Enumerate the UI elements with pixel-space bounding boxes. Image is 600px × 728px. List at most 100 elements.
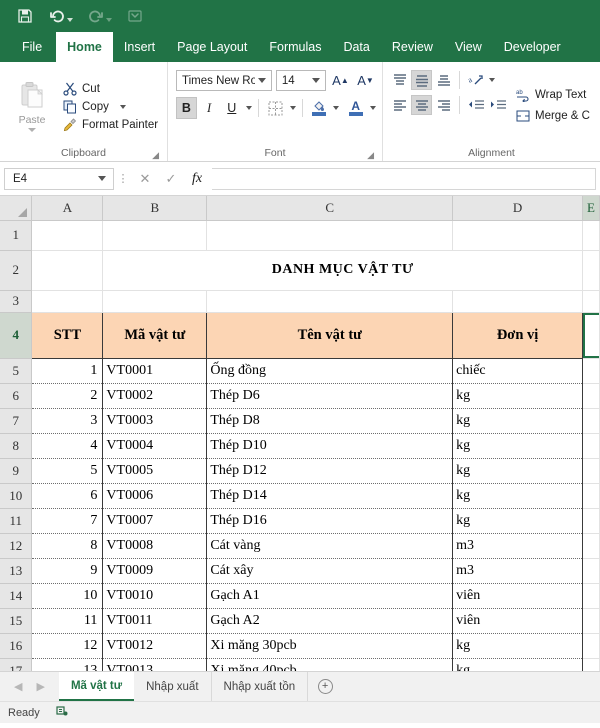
cell-B16-ma[interactable]: VT0012 xyxy=(102,633,208,659)
bold-button[interactable]: B xyxy=(176,97,197,119)
cell-B15-ma[interactable]: VT0011 xyxy=(102,608,208,634)
cell-B14-ma[interactable]: VT0010 xyxy=(102,583,208,609)
row-header-8[interactable]: 8 xyxy=(0,433,33,459)
cell-C12-ten[interactable]: Cát vàng xyxy=(206,533,454,559)
cell-A12-stt[interactable]: 8 xyxy=(31,533,104,559)
cell-A14-stt[interactable]: 10 xyxy=(31,583,104,609)
increase-font-size-button[interactable]: A ▲ xyxy=(330,70,351,91)
cell-B1[interactable] xyxy=(102,220,208,251)
font-size-dropdown-icon[interactable] xyxy=(311,78,320,83)
cell-C4-ten-header[interactable]: Tên vật tư xyxy=(206,311,454,359)
cell-A4-stt-header[interactable]: STT xyxy=(31,311,104,359)
cell-E1[interactable] xyxy=(582,220,600,251)
increase-indent-button[interactable] xyxy=(487,95,508,115)
cell-B5-ma[interactable]: VT0001 xyxy=(102,358,208,384)
next-sheet-icon[interactable]: ▶ xyxy=(36,680,44,693)
cell-C13-ten[interactable]: Cát xây xyxy=(206,558,454,584)
cell-A16-stt[interactable]: 12 xyxy=(31,633,104,659)
name-box-dropdown-icon[interactable] xyxy=(98,176,106,181)
cell-D5-donvi[interactable]: chiếc xyxy=(452,358,583,384)
row-header-16[interactable]: 16 xyxy=(0,633,33,659)
cell-D7-donvi[interactable]: kg xyxy=(452,408,583,434)
paste-button[interactable]: Paste xyxy=(6,66,58,145)
sheet-tab-nhap-xuat-ton[interactable]: Nhập xuất tồn xyxy=(211,672,309,701)
decrease-font-size-button[interactable]: A ▼ xyxy=(355,70,376,91)
cell-A5-stt[interactable]: 1 xyxy=(31,358,104,384)
cell-B6-ma[interactable]: VT0002 xyxy=(102,383,208,409)
italic-button[interactable]: I xyxy=(199,97,220,119)
cell-D1[interactable] xyxy=(452,220,583,251)
row-header-12[interactable]: 12 xyxy=(0,533,33,559)
underline-button[interactable]: U xyxy=(221,97,242,119)
copy-button[interactable]: Copy xyxy=(62,99,161,114)
font-name-dropdown-icon[interactable] xyxy=(257,78,266,83)
format-painter-button[interactable]: Format Painter xyxy=(62,117,161,132)
row-header-10[interactable]: 10 xyxy=(0,483,33,509)
insert-function-button[interactable]: fx xyxy=(184,168,210,190)
cell-B12-ma[interactable]: VT0008 xyxy=(102,533,208,559)
row-header-7[interactable]: 7 xyxy=(0,408,33,434)
cell-B10-ma[interactable]: VT0006 xyxy=(102,483,208,509)
cell-E11[interactable] xyxy=(582,508,600,534)
decrease-indent-button[interactable] xyxy=(465,95,486,115)
cell-B8-ma[interactable]: VT0004 xyxy=(102,433,208,459)
font-size-input[interactable]: 14 xyxy=(275,70,326,91)
formula-input[interactable] xyxy=(212,167,596,190)
underline-dropdown-icon[interactable] xyxy=(246,106,253,110)
copy-dropdown-icon[interactable] xyxy=(119,104,126,109)
cell-C15-ten[interactable]: Gạch A2 xyxy=(206,608,454,634)
previous-sheet-icon[interactable]: ◀ xyxy=(14,680,22,693)
row-header-11[interactable]: 11 xyxy=(0,508,33,534)
redo-icon[interactable] xyxy=(87,7,105,25)
align-center-button[interactable] xyxy=(411,95,432,115)
paste-dropdown-icon[interactable] xyxy=(28,128,36,132)
tab-formulas[interactable]: Formulas xyxy=(258,32,332,62)
tab-developer[interactable]: Developer xyxy=(493,32,572,62)
cell-B3[interactable] xyxy=(102,290,208,313)
row-header-15[interactable]: 15 xyxy=(0,608,33,634)
font-dialog-launcher-icon[interactable]: ◢ xyxy=(367,151,374,160)
customize-qat-icon[interactable] xyxy=(126,7,144,25)
row-header-1[interactable]: 1 xyxy=(0,220,33,251)
cell-C5-ten[interactable]: Ống đồng xyxy=(206,358,454,384)
row-header-5[interactable]: 5 xyxy=(0,358,33,384)
cell-A15-stt[interactable]: 11 xyxy=(31,608,104,634)
clipboard-dialog-launcher-icon[interactable]: ◢ xyxy=(152,151,159,160)
cell-C7-ten[interactable]: Thép D8 xyxy=(206,408,454,434)
cell-E5[interactable] xyxy=(582,358,600,384)
tab-file[interactable]: File xyxy=(8,32,56,62)
cell-A10-stt[interactable]: 6 xyxy=(31,483,104,509)
cell-D12-donvi[interactable]: m3 xyxy=(452,533,583,559)
orientation-dropdown-icon[interactable] xyxy=(489,78,495,82)
row-header-6[interactable]: 6 xyxy=(0,383,33,409)
cell-D3[interactable] xyxy=(452,290,583,313)
cell-C9-ten[interactable]: Thép D12 xyxy=(206,458,454,484)
cell-E10[interactable] xyxy=(582,483,600,509)
cell-E7[interactable] xyxy=(582,408,600,434)
cell-D10-donvi[interactable]: kg xyxy=(452,483,583,509)
cell-C6-ten[interactable]: Thép D6 xyxy=(206,383,454,409)
cell-C8-ten[interactable]: Thép D10 xyxy=(206,433,454,459)
cell-B13-ma[interactable]: VT0009 xyxy=(102,558,208,584)
undo-dropdown-icon[interactable] xyxy=(67,18,73,22)
row-header-17[interactable]: 17 xyxy=(0,658,33,671)
cell-B17-ma[interactable]: VT0013 xyxy=(102,658,208,671)
cell-E6[interactable] xyxy=(582,383,600,409)
sheet-tab-nhap-xuat[interactable]: Nhập xuất xyxy=(134,672,212,701)
borders-button[interactable] xyxy=(265,97,286,119)
cell-A9-stt[interactable]: 5 xyxy=(31,458,104,484)
confirm-entry-button[interactable]: ✓ xyxy=(158,168,184,190)
align-bottom-button[interactable] xyxy=(433,70,454,90)
cell-E12[interactable] xyxy=(582,533,600,559)
cell-A13-stt[interactable]: 9 xyxy=(31,558,104,584)
tab-insert[interactable]: Insert xyxy=(113,32,166,62)
cell-A7-stt[interactable]: 3 xyxy=(31,408,104,434)
row-header-3[interactable]: 3 xyxy=(0,290,33,313)
font-color-dropdown-icon[interactable] xyxy=(370,106,377,110)
undo-icon[interactable] xyxy=(48,7,66,25)
cut-button[interactable]: Cut xyxy=(62,81,161,96)
cell-E15[interactable] xyxy=(582,608,600,634)
column-header-b[interactable]: B xyxy=(102,196,208,221)
cell-E4-selected[interactable] xyxy=(582,312,600,359)
row-header-9[interactable]: 9 xyxy=(0,458,33,484)
